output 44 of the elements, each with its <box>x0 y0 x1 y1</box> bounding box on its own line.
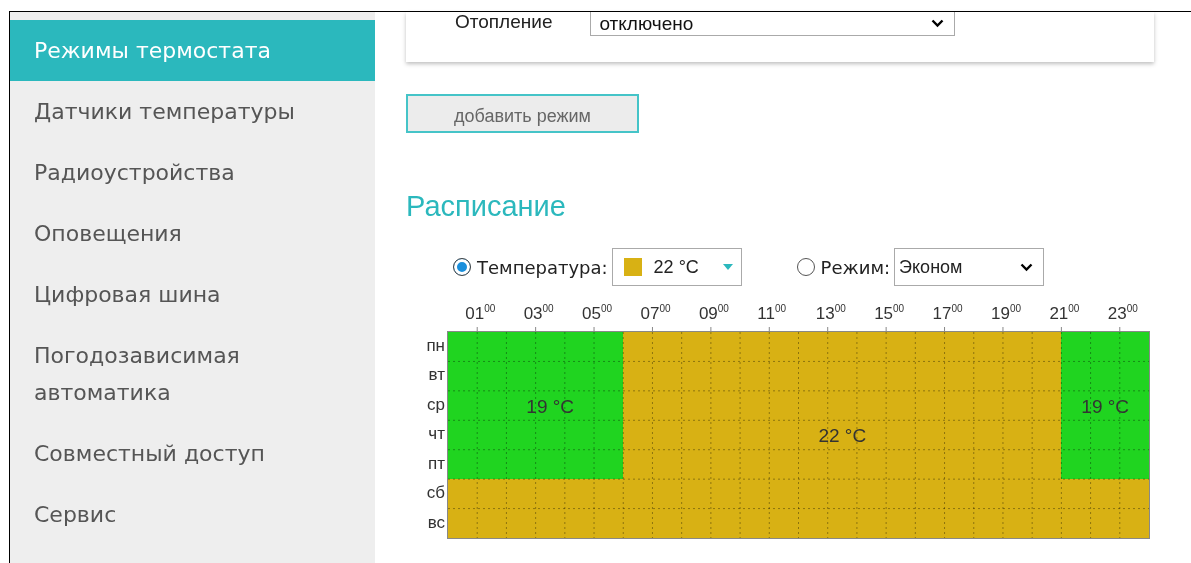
hour-label: 21$^{00}$ <box>1049 302 1080 325</box>
hour-label: 07$^{00}$ <box>640 302 671 325</box>
hour-label: 11$^{00}$ <box>757 302 787 325</box>
day-label: пт <box>428 452 446 475</box>
temperature-label: 22 °C <box>818 425 867 446</box>
sidebar-item[interactable]: Датчики температуры <box>10 81 375 142</box>
sidebar-item[interactable]: Погодозависимая автоматика <box>10 325 375 423</box>
hour-label: 05$^{00}$ <box>582 302 613 325</box>
mode-dropdown[interactable]: Эконом <box>894 248 1045 286</box>
chevron-icon <box>1020 262 1034 272</box>
temperature-label: 19 °C <box>1081 395 1130 417</box>
sidebar-item[interactable]: Совместный доступ <box>10 423 375 484</box>
radio-button[interactable] <box>796 258 815 276</box>
day-label: ср <box>427 393 446 416</box>
hour-label: 13$^{00}$ <box>815 302 846 325</box>
hour-label: 01$^{00}$ <box>465 302 496 325</box>
day-label: пн <box>426 335 446 357</box>
sidebar-item[interactable]: Сервис <box>10 484 375 545</box>
option-label: Режим: <box>820 256 891 278</box>
temperature-label: 19 °C <box>526 395 575 417</box>
schedule-block[interactable] <box>1061 390 1150 421</box>
radio-button[interactable] <box>453 258 471 276</box>
hour-label: 23$^{00}$ <box>1107 302 1138 325</box>
hour-label: 09$^{00}$ <box>698 302 729 325</box>
option-label: Температура: <box>477 256 608 278</box>
hour-label: 17$^{00}$ <box>932 302 963 325</box>
temperature-dropdown[interactable]: 22 °C <box>611 248 742 286</box>
day-label: сб <box>426 482 446 505</box>
sidebar-item[interactable]: Цифровая шина <box>10 264 375 325</box>
hour-label: 03$^{00}$ <box>523 302 554 325</box>
section-title: Расписание <box>406 189 567 223</box>
sidebar-item[interactable]: Радиоустройства <box>10 142 375 203</box>
add-mode-button[interactable]: добавить режим <box>406 94 639 133</box>
caret-icon <box>722 264 733 270</box>
heating-label: Отопление <box>455 12 553 32</box>
chevron-icon <box>931 19 945 28</box>
day-label: чт <box>428 423 446 446</box>
sidebar-item[interactable]: Оповещения <box>10 203 375 264</box>
day-label: вт <box>428 364 446 387</box>
hour-label: 15$^{00}$ <box>874 302 905 325</box>
day-label: вс <box>427 511 446 534</box>
hour-label: 19$^{00}$ <box>990 302 1021 325</box>
heating-dropdown[interactable]: отключено <box>590 12 956 36</box>
schedule-block[interactable] <box>448 390 624 421</box>
